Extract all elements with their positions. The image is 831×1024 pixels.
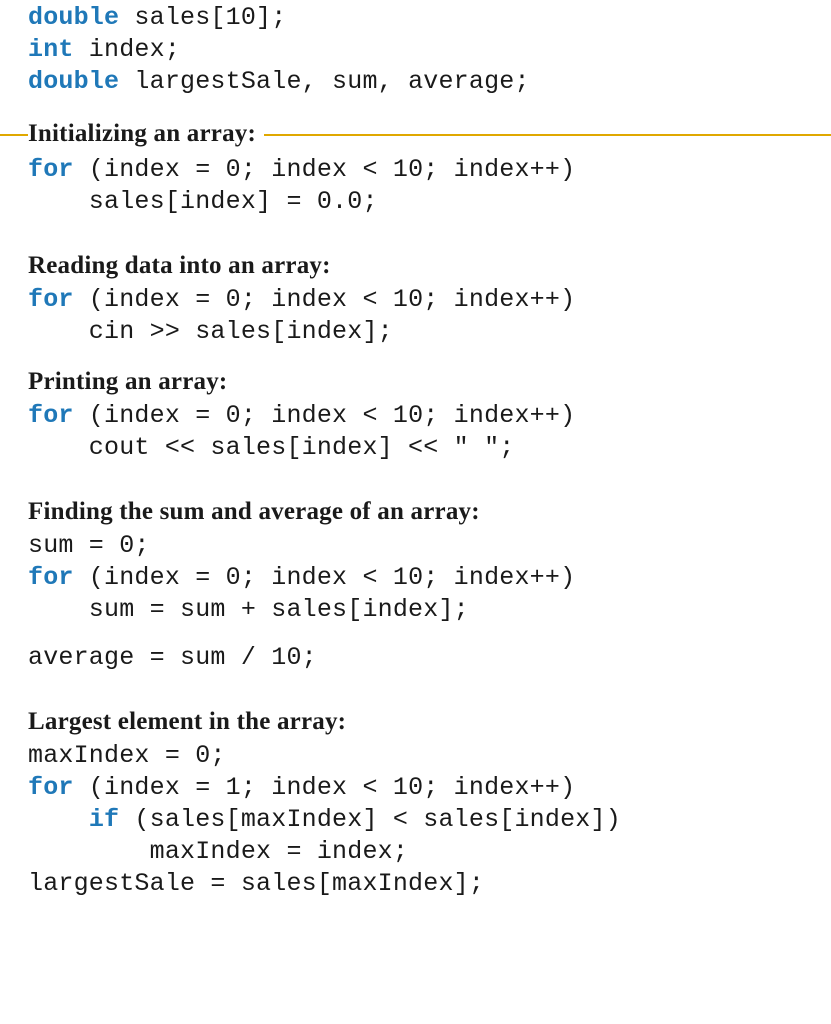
code-text: sales[10];	[119, 3, 286, 32]
heading-printing: Printing an array:	[28, 368, 811, 396]
code-text: index;	[74, 35, 180, 64]
code-text: (sales[maxIndex] < sales[index])	[119, 805, 621, 834]
heading-initializing: Initializing an array:	[28, 120, 264, 148]
keyword-for: for	[28, 773, 74, 802]
code-initializing: for (index = 0; index < 10; index++) sal…	[28, 154, 811, 218]
section-rule: Initializing an array:	[0, 120, 831, 150]
code-text: (index = 0; index < 10; index++)	[74, 155, 576, 184]
heading-largest: Largest element in the array:	[28, 708, 811, 736]
code-text: (index = 1; index < 10; index++)	[74, 773, 576, 802]
keyword-for: for	[28, 401, 74, 430]
code-text: sum = 0;	[28, 531, 150, 560]
keyword-double: double	[28, 67, 119, 96]
code-text: largestSale = sales[maxIndex];	[28, 869, 484, 898]
code-reading: for (index = 0; index < 10; index++) cin…	[28, 284, 811, 348]
code-text: cin >> sales[index];	[28, 317, 393, 346]
keyword-if: if	[89, 805, 119, 834]
code-declarations: double sales[10]; int index; double larg…	[28, 2, 811, 98]
code-text: sum = sum + sales[index];	[28, 595, 469, 624]
code-text: largestSale, sum, average;	[119, 67, 529, 96]
code-text: (index = 0; index < 10; index++)	[74, 563, 576, 592]
keyword-for: for	[28, 155, 74, 184]
code-largest: maxIndex = 0; for (index = 1; index < 10…	[28, 740, 811, 900]
code-printing: for (index = 0; index < 10; index++) cou…	[28, 400, 811, 464]
code-text: (index = 0; index < 10; index++)	[74, 285, 576, 314]
code-sum-average: sum = 0; for (index = 0; index < 10; ind…	[28, 530, 811, 626]
keyword-int: int	[28, 35, 74, 64]
code-text: maxIndex = 0;	[28, 741, 226, 770]
code-text: sales[index] = 0.0;	[28, 187, 378, 216]
keyword-for: for	[28, 285, 74, 314]
code-average: average = sum / 10;	[28, 642, 811, 674]
code-text	[28, 805, 89, 834]
code-text: (index = 0; index < 10; index++)	[74, 401, 576, 430]
code-text: cout << sales[index] << " ";	[28, 433, 514, 462]
heading-sum-average: Finding the sum and average of an array:	[28, 498, 811, 526]
code-text: maxIndex = index;	[28, 837, 408, 866]
code-text: average = sum / 10;	[28, 643, 317, 672]
keyword-for: for	[28, 563, 74, 592]
heading-reading: Reading data into an array:	[28, 252, 811, 280]
keyword-double: double	[28, 3, 119, 32]
